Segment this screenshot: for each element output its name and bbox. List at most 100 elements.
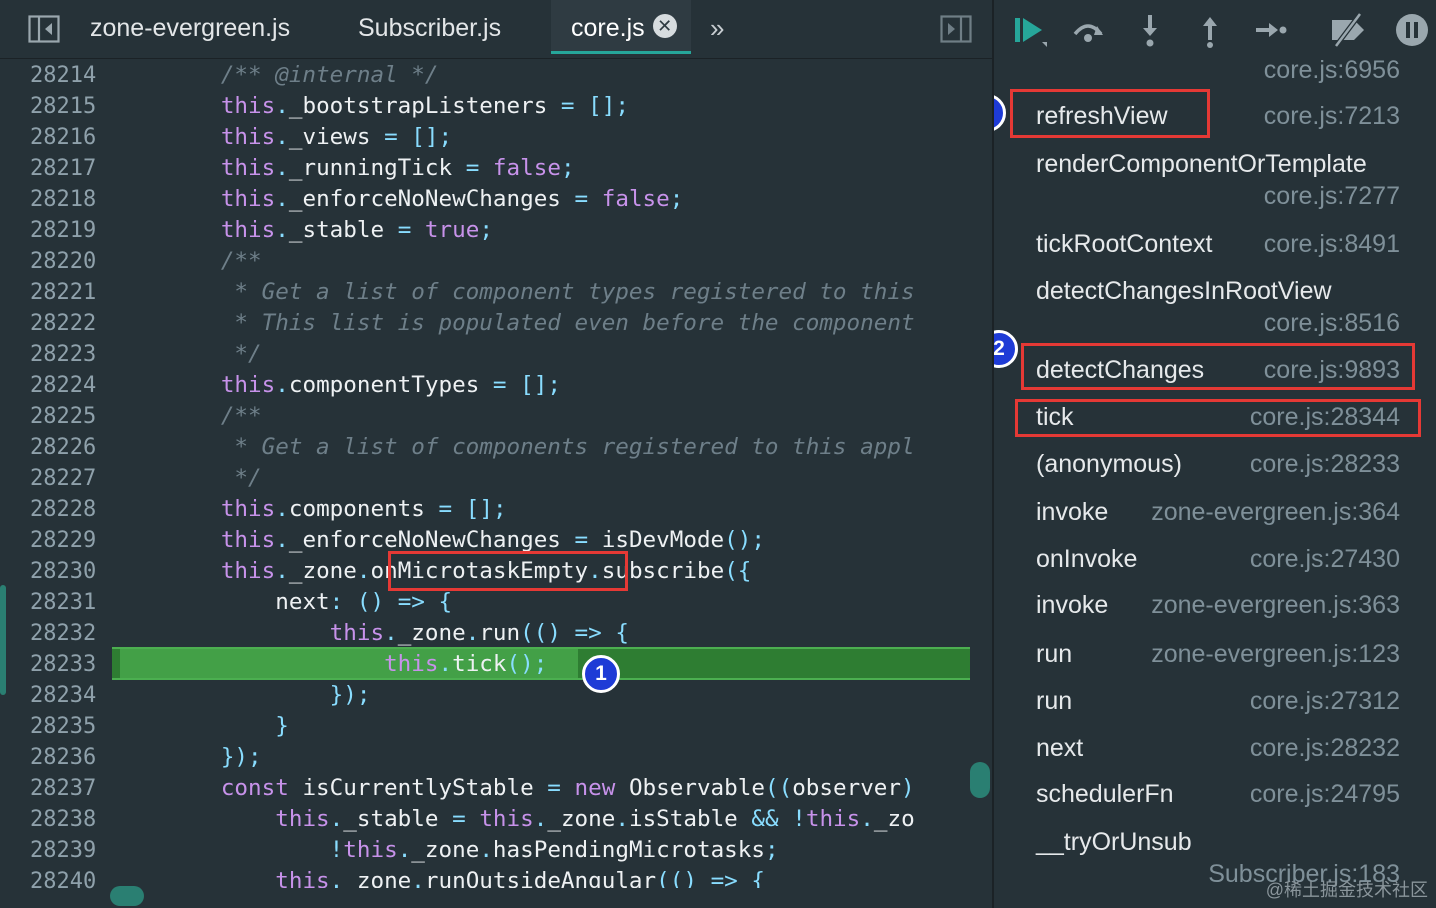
call-frame-name[interactable]: next (1036, 734, 1083, 763)
toggle-debugger-icon[interactable] (940, 14, 972, 44)
code-token: { (615, 620, 629, 646)
line-number[interactable]: 28217 (30, 153, 96, 184)
call-frame-location[interactable]: core.js:28233 (1250, 450, 1400, 479)
call-frame-location[interactable]: core.js:7213 (1264, 102, 1400, 131)
line-number[interactable]: 28230 (30, 556, 96, 587)
call-frame-location[interactable]: core.js:8491 (1264, 230, 1400, 259)
step-out-icon[interactable] (1192, 12, 1228, 48)
call-frame-location[interactable]: zone-evergreen.js:364 (1151, 498, 1400, 527)
line-number[interactable]: 28224 (30, 370, 96, 401)
line-number[interactable]: 28227 (30, 463, 96, 494)
code-token: ; (615, 93, 629, 119)
code-token: { (751, 868, 765, 888)
call-frame-location[interactable]: core.js:6956 (1264, 56, 1400, 85)
call-frame-name[interactable]: run (1036, 640, 1072, 669)
call-frame-name[interactable]: tickRootContext (1036, 230, 1212, 259)
line-number[interactable]: 28234 (30, 680, 96, 711)
code-token: hasPendingMicrotasks (492, 837, 765, 863)
line-number[interactable]: 28236 (30, 742, 96, 773)
call-frame-location[interactable]: zone-evergreen.js:363 (1151, 591, 1400, 620)
call-frame-location[interactable]: core.js:27312 (1250, 687, 1400, 716)
line-number[interactable]: 28235 (30, 711, 96, 742)
line-number[interactable]: 28219 (30, 215, 96, 246)
tab-zone-evergreen[interactable]: zone-evergreen.js (90, 0, 290, 56)
code-token: = (465, 155, 480, 181)
line-number[interactable]: 28225 (30, 401, 96, 432)
code-token: this (220, 155, 276, 181)
line-number[interactable]: 28231 (30, 587, 96, 618)
line-number[interactable]: 28215 (30, 91, 96, 122)
toggle-navigator-icon[interactable] (28, 14, 60, 44)
scrollbar-marker[interactable] (970, 762, 990, 798)
call-frame-name[interactable]: (anonymous) (1036, 450, 1182, 479)
line-number[interactable]: 28222 (30, 308, 96, 339)
pause-on-exceptions-icon[interactable] (1394, 12, 1430, 48)
line-number[interactable]: 28216 (30, 122, 96, 153)
code-token: => (574, 620, 602, 646)
code-line: this._zone.runOutsideAngular(() => { (112, 866, 765, 888)
horizontal-scrollbar-thumb[interactable] (110, 886, 144, 906)
call-frame-location[interactable]: core.js:24795 (1250, 780, 1400, 809)
code-token: [] (465, 496, 493, 522)
tab-subscriber[interactable]: Subscriber.js (358, 0, 501, 56)
call-frame-location[interactable]: core.js:7277 (1264, 182, 1400, 211)
line-number[interactable]: 28229 (30, 525, 96, 556)
call-frame-name[interactable]: run (1036, 687, 1072, 716)
line-number[interactable]: 28239 (30, 835, 96, 866)
code-token: this (329, 620, 385, 646)
deactivate-breakpoints-icon[interactable] (1330, 12, 1366, 48)
code-line: !this._zone.hasPendingMicrotasks; (112, 835, 779, 866)
call-frame-location[interactable]: core.js:27430 (1250, 545, 1400, 574)
call-frame-location[interactable]: core.js:28232 (1250, 734, 1400, 763)
call-frame-name[interactable]: onInvoke (1036, 545, 1137, 574)
step-over-icon[interactable] (1070, 12, 1106, 48)
code-token: this (220, 217, 276, 243)
line-number[interactable]: 28221 (30, 277, 96, 308)
call-frame-name[interactable]: detectChangesInRootView (1036, 277, 1332, 306)
step-into-icon[interactable] (1132, 12, 1168, 48)
tab-core[interactable]: core.js ✕ (551, 0, 691, 54)
code-token: ; (479, 217, 493, 243)
annotation-badge-2: 2 (994, 330, 1018, 368)
code-token: _enforceNoNewChanges (288, 527, 575, 553)
line-number-gutter[interactable]: 28214 28215 28216 28217 28218 28219 28220 28221… (0, 60, 112, 908)
code-token: this (220, 186, 276, 212)
close-tab-icon[interactable]: ✕ (652, 14, 677, 39)
line-number[interactable]: 28228 (30, 494, 96, 525)
more-tabs-button[interactable]: » (710, 0, 724, 56)
code-token: _zone (547, 806, 616, 832)
line-number[interactable]: 28233 (30, 649, 96, 680)
line-number[interactable]: 28218 (30, 184, 96, 215)
call-frame-name[interactable]: invoke (1036, 591, 1108, 620)
line-number[interactable]: 28240 (30, 866, 96, 897)
line-number[interactable]: 28214 (30, 60, 96, 91)
resume-icon[interactable] (1012, 12, 1048, 48)
line-number[interactable]: 28220 (30, 246, 96, 277)
code-line: next: () => { (112, 587, 452, 618)
watermark: @稀土掘金技术社区 (1265, 880, 1428, 900)
call-frame-name[interactable]: renderComponentOrTemplate (1036, 150, 1367, 179)
call-frame-name[interactable]: schedulerFn (1036, 780, 1174, 809)
call-frame-name[interactable]: invoke (1036, 498, 1108, 527)
line-number[interactable]: 28232 (30, 618, 96, 649)
step-icon[interactable] (1252, 12, 1288, 48)
code-token: () (356, 589, 385, 615)
line-number[interactable]: 28226 (30, 432, 96, 463)
call-frame-location[interactable]: zone-evergreen.js:123 (1151, 640, 1400, 669)
call-frame-location[interactable]: core.js:8516 (1264, 309, 1400, 338)
code-line: this._zone.run(() => { (112, 618, 629, 649)
line-number[interactable]: 28223 (30, 339, 96, 370)
code-token: = (384, 124, 398, 150)
code-token: const (220, 775, 289, 801)
code-line: /** (112, 401, 262, 432)
line-number[interactable]: 28238 (30, 804, 96, 835)
call-frame-name[interactable]: __tryOrUnsub (1036, 828, 1192, 857)
line-number[interactable]: 28237 (30, 773, 96, 804)
code-token: * This list is populated even before the… (112, 310, 915, 336)
